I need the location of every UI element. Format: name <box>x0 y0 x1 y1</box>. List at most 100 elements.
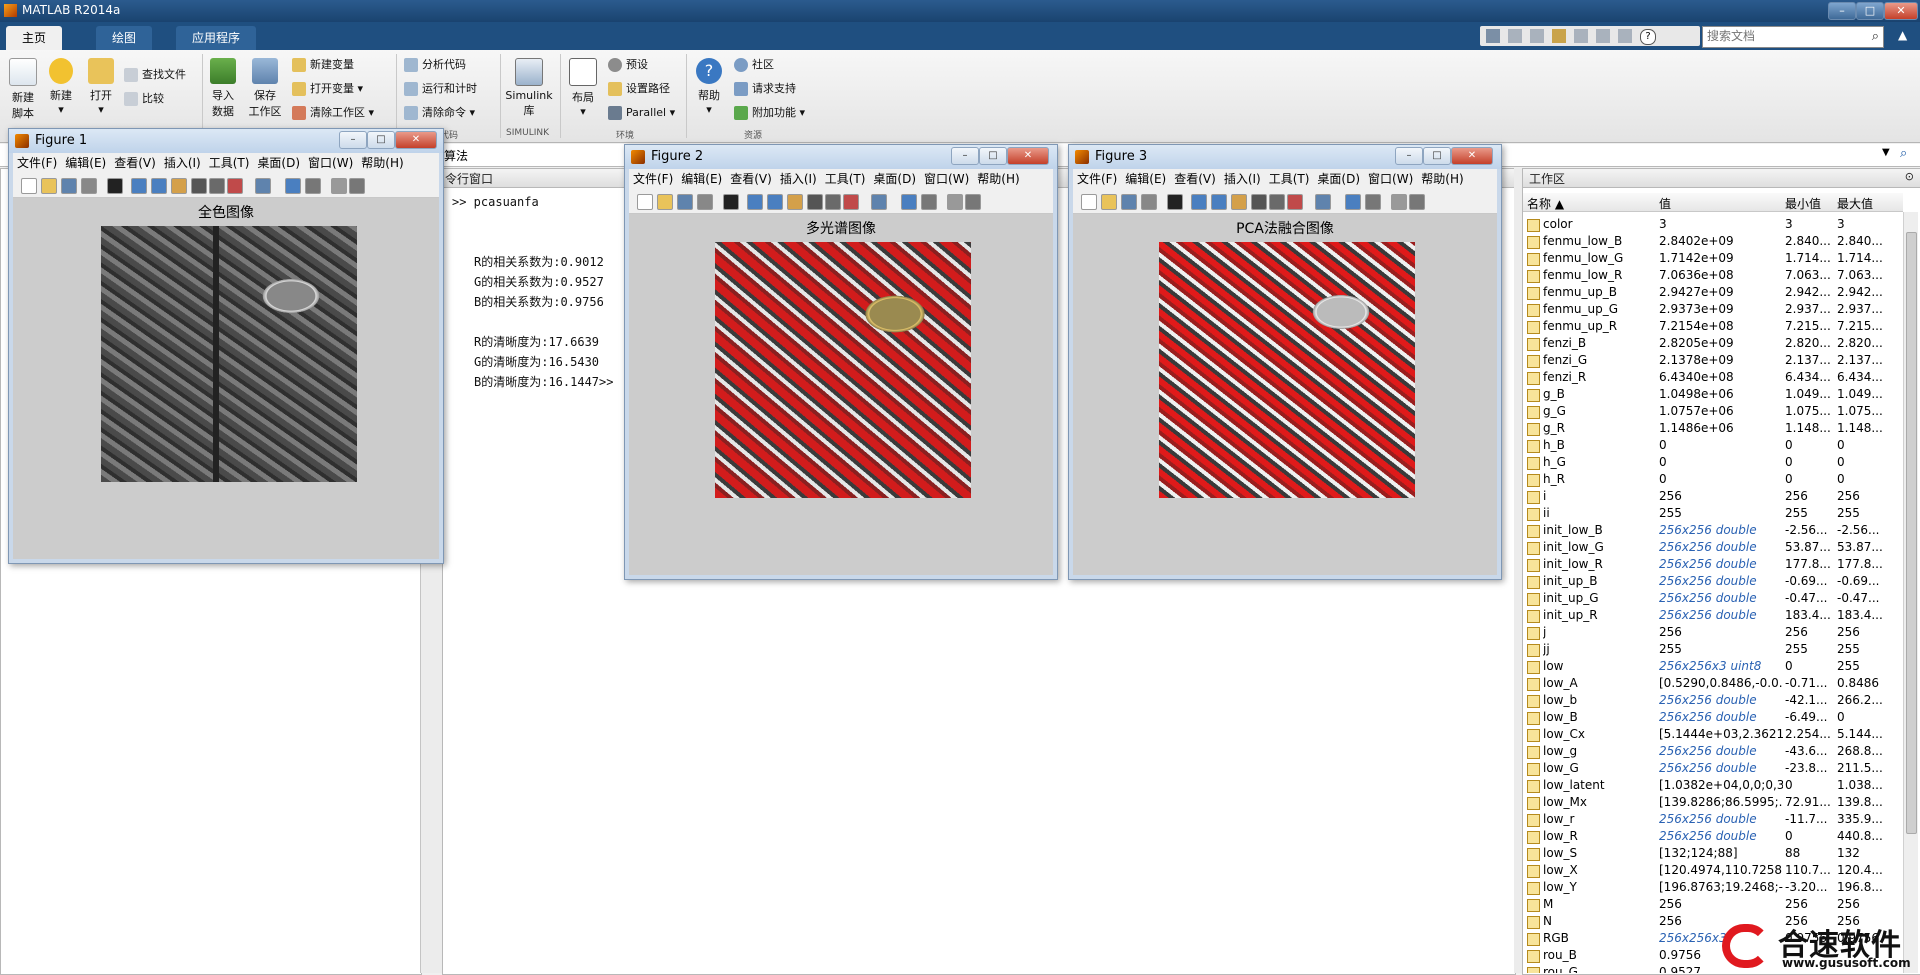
figure-minimize-button[interactable]: – <box>951 147 979 165</box>
tab-apps[interactable]: 应用程序 <box>176 26 257 50</box>
col-value[interactable]: 值 <box>1659 195 1671 212</box>
figure-minimize-button[interactable]: – <box>339 131 367 149</box>
workspace-row[interactable]: color 3 3 3 <box>1523 216 1903 233</box>
zoom-out-icon[interactable] <box>151 178 167 194</box>
save-icon[interactable] <box>677 194 693 210</box>
workspace-row[interactable]: M 256 256 256 <box>1523 896 1903 913</box>
colorbar-icon[interactable] <box>285 178 301 194</box>
menu-edit[interactable]: 编辑(E) <box>1125 169 1166 189</box>
preferences-button[interactable]: 预设 <box>608 56 648 74</box>
workspace-row[interactable]: low_S [132;124;88] 88 132 <box>1523 845 1903 862</box>
print-icon[interactable] <box>1141 194 1157 210</box>
pointer-icon[interactable] <box>1167 194 1183 210</box>
workspace-row[interactable]: g_R 1.1486e+06 1.148... 1.148... <box>1523 420 1903 437</box>
zoom-in-icon[interactable] <box>131 178 147 194</box>
workspace-row[interactable]: low_r 256x256 double -11.7... 335.9... <box>1523 811 1903 828</box>
menu-view[interactable]: 查看(V) <box>114 153 156 173</box>
rotate-icon[interactable] <box>191 178 207 194</box>
figure-3-window[interactable]: Figure 3 – □ ✕ 文件(F) 编辑(E) 查看(V) 插入(I) 工具(T)… <box>1068 144 1502 580</box>
menu-insert[interactable]: 插入(I) <box>780 169 817 189</box>
workspace-row[interactable]: fenmu_up_R 7.2154e+08 7.215... 7.215... <box>1523 318 1903 335</box>
new-button[interactable]: 新建 ▾ <box>44 58 78 116</box>
hide-tools-icon[interactable] <box>947 194 963 210</box>
scrollbar-thumb[interactable] <box>1906 232 1917 834</box>
workspace-row[interactable]: i 256 256 256 <box>1523 488 1903 505</box>
figure-canvas[interactable]: 多光谱图像 <box>629 214 1053 575</box>
open-file-icon[interactable] <box>1101 194 1117 210</box>
workspace-row[interactable]: fenmu_up_G 2.9373e+09 2.937... 2.937... <box>1523 301 1903 318</box>
figure-titlebar[interactable]: Figure 3 – □ ✕ <box>1069 145 1501 169</box>
workspace-row[interactable]: fenmu_low_R 7.0636e+08 7.063... 7.063... <box>1523 267 1903 284</box>
brush-icon[interactable] <box>227 178 243 194</box>
save-workspace-button[interactable]: 保存 工作区 <box>244 58 286 119</box>
search-icon[interactable]: ⌕ <box>1872 29 1879 44</box>
col-max[interactable]: 最大值 <box>1837 195 1873 212</box>
paste-icon[interactable] <box>1552 29 1566 43</box>
menu-insert[interactable]: 插入(I) <box>164 153 201 173</box>
rotate-icon[interactable] <box>1251 194 1267 210</box>
figure-titlebar[interactable]: Figure 1 – □ ✕ <box>9 129 443 153</box>
workspace-row[interactable]: h_R 0 0 0 <box>1523 471 1903 488</box>
data-cursor-icon[interactable] <box>209 178 225 194</box>
menu-tools[interactable]: 工具(T) <box>1269 169 1310 189</box>
zoom-out-icon[interactable] <box>767 194 783 210</box>
menu-window[interactable]: 窗口(W) <box>924 169 969 189</box>
menu-help[interactable]: 帮助(H) <box>361 153 403 173</box>
menu-file[interactable]: 文件(F) <box>633 169 673 189</box>
set-path-button[interactable]: 设置路径 <box>608 80 670 98</box>
zoom-out-icon[interactable] <box>1211 194 1227 210</box>
link-icon[interactable] <box>255 178 271 194</box>
pan-icon[interactable] <box>787 194 803 210</box>
workspace-row[interactable]: init_low_R 256x256 double 177.8... 177.8... <box>1523 556 1903 573</box>
community-button[interactable]: 社区 <box>734 56 774 74</box>
layout-button[interactable]: 布局 ▾ <box>566 58 600 118</box>
workspace-row[interactable]: low_A [0.5290,0.8486,-0.0... -0.71... 0.848… <box>1523 675 1903 692</box>
workspace-row[interactable]: low_Y [196.8763;19.2468;-... -3.20... 196.8… <box>1523 879 1903 896</box>
redo-icon[interactable] <box>1596 29 1610 43</box>
print-icon[interactable] <box>697 194 713 210</box>
workspace-row[interactable]: g_G 1.0757e+06 1.075... 1.075... <box>1523 403 1903 420</box>
cut-icon[interactable] <box>1508 29 1522 43</box>
menu-window[interactable]: 窗口(W) <box>1368 169 1413 189</box>
workspace-row[interactable]: low 256x256x3 uint8 0 255 <box>1523 658 1903 675</box>
colorbar-icon[interactable] <box>901 194 917 210</box>
link-icon[interactable] <box>871 194 887 210</box>
workspace-row[interactable]: fenzi_R 6.4340e+08 6.434... 6.434... <box>1523 369 1903 386</box>
help-button[interactable]: ? 帮助 ▾ <box>692 58 726 116</box>
menu-window[interactable]: 窗口(W) <box>308 153 353 173</box>
col-name[interactable]: 名称 ▲ <box>1527 195 1564 212</box>
new-figure-icon[interactable] <box>637 194 653 210</box>
menu-file[interactable]: 文件(F) <box>17 153 57 173</box>
figure-canvas[interactable]: PCA法融合图像 <box>1073 214 1497 575</box>
simulink-library-button[interactable]: Simulink 库 <box>504 58 554 118</box>
undo-icon[interactable] <box>1574 29 1588 43</box>
help-icon[interactable]: ? <box>1640 29 1656 45</box>
pan-icon[interactable] <box>1231 194 1247 210</box>
browse-search-icon[interactable]: ⌕ <box>1900 146 1907 161</box>
workspace-scrollbar[interactable] <box>1903 212 1918 973</box>
workspace-row[interactable]: init_up_R 256x256 double 183.4... 183.4... <box>1523 607 1903 624</box>
menu-help[interactable]: 帮助(H) <box>977 169 1019 189</box>
brush-icon[interactable] <box>1287 194 1303 210</box>
menu-edit[interactable]: 编辑(E) <box>65 153 106 173</box>
workspace-row[interactable]: low_B 256x256 double -6.49... 0 <box>1523 709 1903 726</box>
pan-icon[interactable] <box>171 178 187 194</box>
search-docs-box[interactable]: ⌕ <box>1702 26 1884 48</box>
new-script-button[interactable]: 新建 脚本 <box>6 58 40 121</box>
compare-button[interactable]: 比较 <box>124 90 164 108</box>
figure-maximize-button[interactable]: □ <box>979 147 1007 165</box>
workspace-row[interactable]: low_G 256x256 double -23.8... 211.5... <box>1523 760 1903 777</box>
menu-insert[interactable]: 插入(I) <box>1224 169 1261 189</box>
figure-maximize-button[interactable]: □ <box>1423 147 1451 165</box>
open-button[interactable]: 打开 ▾ <box>84 58 118 116</box>
workspace-row[interactable]: fenzi_B 2.8205e+09 2.820... 2.820... <box>1523 335 1903 352</box>
print-icon[interactable] <box>81 178 97 194</box>
figure-close-button[interactable]: ✕ <box>395 131 437 149</box>
show-tools-icon[interactable] <box>349 178 365 194</box>
workspace-row[interactable]: fenzi_G 2.1378e+09 2.137... 2.137... <box>1523 352 1903 369</box>
menu-view[interactable]: 查看(V) <box>1174 169 1216 189</box>
legend-icon[interactable] <box>1365 194 1381 210</box>
menu-tools[interactable]: 工具(T) <box>209 153 250 173</box>
show-tools-icon[interactable] <box>965 194 981 210</box>
close-button[interactable]: ✕ <box>1884 2 1918 20</box>
